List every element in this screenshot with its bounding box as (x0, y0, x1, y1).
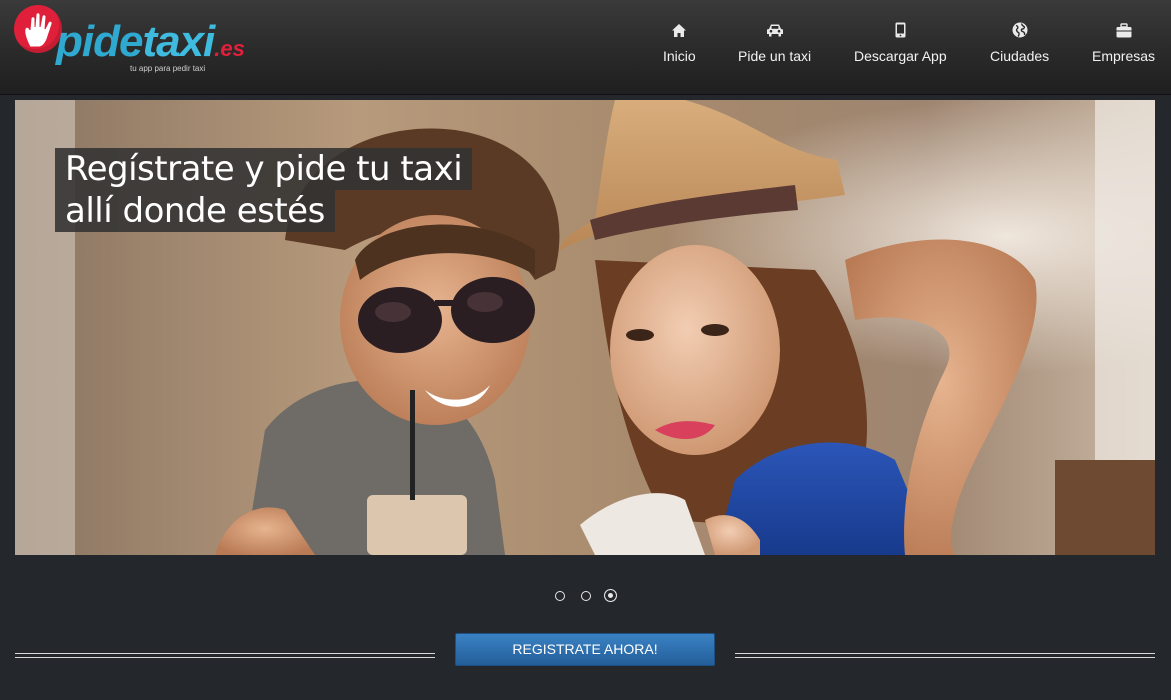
car-icon (765, 20, 785, 40)
logo[interactable]: pidetaxi.es tu app para pedir taxi (14, 5, 245, 77)
nav-label: Pide un taxi (738, 48, 812, 64)
caption-line: Regístrate y pide tu taxi (55, 148, 473, 190)
register-now-button[interactable]: REGISTRATE AHORA! (455, 633, 715, 666)
slider-dot-1[interactable] (555, 591, 565, 601)
nav-item-descargar-app[interactable]: Descargar App (854, 20, 947, 70)
phone-icon (890, 20, 910, 40)
slider-dot-2[interactable] (581, 591, 591, 601)
divider-left (15, 653, 435, 658)
hero-slider[interactable]: Regístrate y pide tu taxi allí donde est… (15, 100, 1155, 555)
site-header: pidetaxi.es tu app para pedir taxi Inici… (0, 0, 1171, 95)
divider-right (735, 653, 1155, 658)
nav-item-inicio[interactable]: Inicio (663, 20, 696, 70)
hand-icon (14, 5, 62, 53)
briefcase-icon (1114, 20, 1134, 40)
globe-icon (1010, 20, 1030, 40)
nav-label: Ciudades (990, 48, 1050, 64)
nav-item-ciudades[interactable]: Ciudades (990, 20, 1049, 70)
nav-item-empresas[interactable]: Empresas (1092, 20, 1155, 70)
nav-label: Descargar App (854, 48, 947, 64)
nav-label: Empresas (1092, 48, 1156, 64)
nav-label: Inicio (663, 48, 696, 64)
caption-line: allí donde estés (55, 190, 335, 232)
slider-pagination (551, 589, 621, 603)
slider-dot-3[interactable] (604, 589, 617, 602)
home-icon (669, 20, 689, 40)
logo-tagline: tu app para pedir taxi (130, 64, 206, 73)
slide-caption: Regístrate y pide tu taxi allí donde est… (55, 148, 473, 232)
nav-item-pide-un-taxi[interactable]: Pide un taxi (738, 20, 811, 70)
